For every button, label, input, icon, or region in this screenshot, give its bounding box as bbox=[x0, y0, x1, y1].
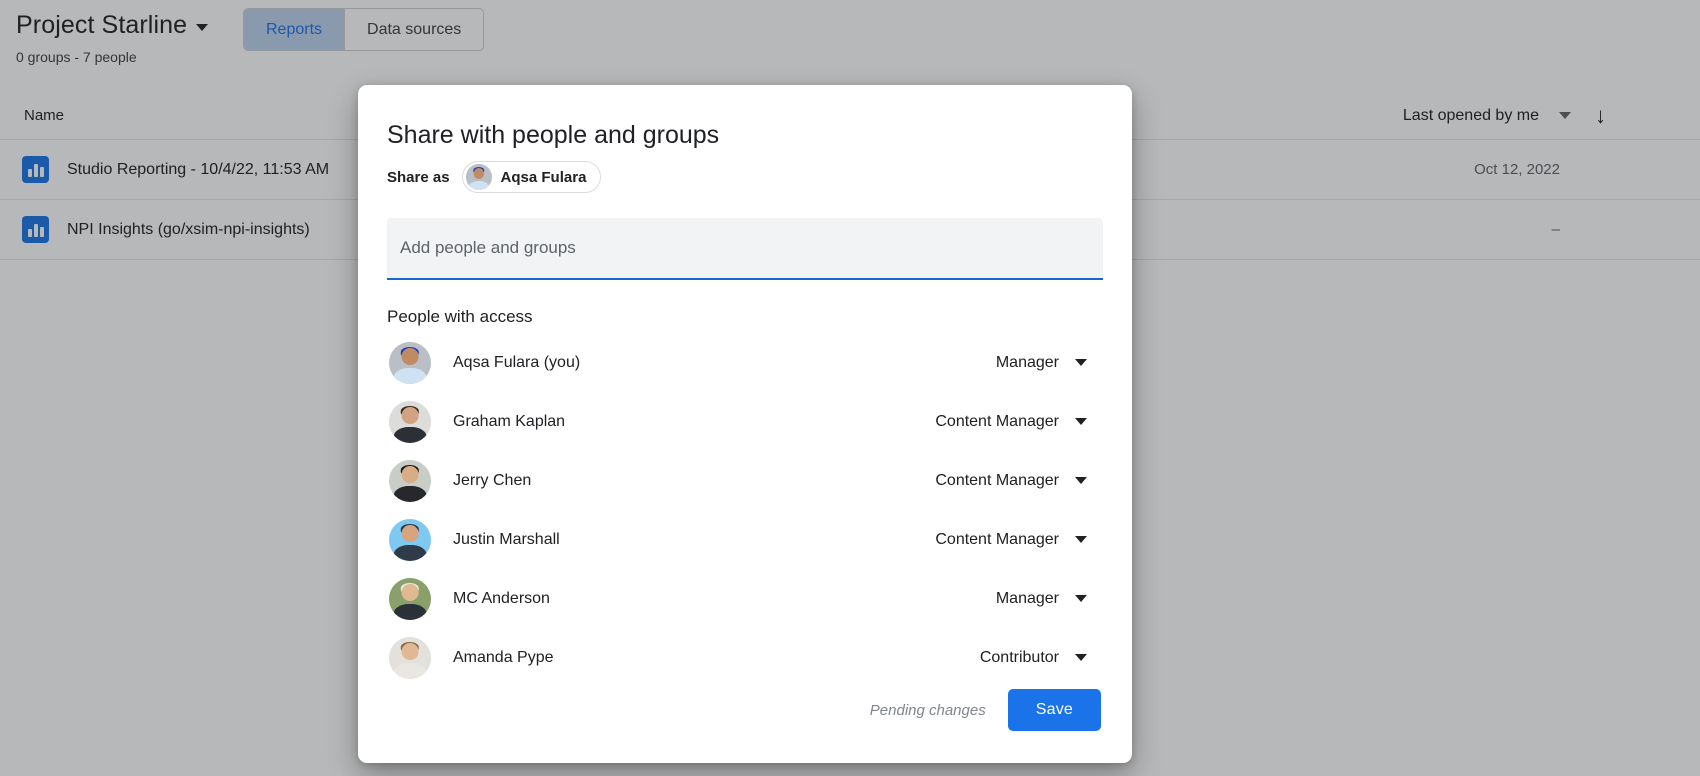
person-name: Aqsa Fulara (you) bbox=[453, 354, 996, 372]
role-label: Manager bbox=[996, 590, 1059, 608]
avatar bbox=[389, 637, 431, 679]
role-dropdown[interactable]: Manager bbox=[996, 354, 1103, 372]
add-people-input[interactable] bbox=[400, 238, 1090, 258]
role-dropdown[interactable]: Content Manager bbox=[935, 413, 1103, 431]
avatar bbox=[389, 578, 431, 620]
list-item[interactable]: Amanda Pype Contributor bbox=[387, 628, 1103, 681]
role-dropdown[interactable]: Content Manager bbox=[935, 531, 1103, 549]
share-as-label: Share as bbox=[387, 169, 450, 186]
people-with-access-heading: People with access bbox=[387, 307, 1103, 327]
role-label: Content Manager bbox=[935, 413, 1059, 431]
list-item[interactable]: Aqsa Fulara (you) Manager bbox=[387, 333, 1103, 392]
chevron-down-icon[interactable] bbox=[1075, 536, 1087, 543]
role-label: Contributor bbox=[980, 649, 1059, 667]
avatar bbox=[389, 342, 431, 384]
person-name: Jerry Chen bbox=[453, 472, 935, 490]
person-name: Graham Kaplan bbox=[453, 413, 935, 431]
role-label: Content Manager bbox=[935, 472, 1059, 490]
chevron-down-icon[interactable] bbox=[1075, 654, 1087, 661]
chevron-down-icon[interactable] bbox=[1075, 595, 1087, 602]
pending-changes-status: Pending changes bbox=[870, 702, 986, 719]
avatar bbox=[466, 164, 492, 190]
list-item[interactable]: Jerry Chen Content Manager bbox=[387, 451, 1103, 510]
list-item[interactable]: Graham Kaplan Content Manager bbox=[387, 392, 1103, 451]
chevron-down-icon[interactable] bbox=[1075, 418, 1087, 425]
role-dropdown[interactable]: Contributor bbox=[980, 649, 1103, 667]
dialog-title: Share with people and groups bbox=[387, 119, 1103, 151]
person-name: Justin Marshall bbox=[453, 531, 935, 549]
role-label: Content Manager bbox=[935, 531, 1059, 549]
person-name: MC Anderson bbox=[453, 590, 996, 608]
role-dropdown[interactable]: Content Manager bbox=[935, 472, 1103, 490]
share-as-chip[interactable]: Aqsa Fulara bbox=[462, 161, 602, 193]
avatar bbox=[389, 401, 431, 443]
list-item[interactable]: Justin Marshall Content Manager bbox=[387, 510, 1103, 569]
share-dialog: Share with people and groups Share as Aq… bbox=[358, 85, 1132, 763]
avatar bbox=[389, 460, 431, 502]
chevron-down-icon[interactable] bbox=[1075, 359, 1087, 366]
dialog-footer: Pending changes Save bbox=[387, 689, 1103, 763]
role-label: Manager bbox=[996, 354, 1059, 372]
people-with-access-list: Aqsa Fulara (you) Manager Graham Kaplan … bbox=[387, 333, 1103, 681]
chevron-down-icon[interactable] bbox=[1075, 477, 1087, 484]
role-dropdown[interactable]: Manager bbox=[996, 590, 1103, 608]
add-people-field[interactable] bbox=[387, 218, 1103, 280]
person-name: Amanda Pype bbox=[453, 649, 980, 667]
share-as-row: Share as Aqsa Fulara bbox=[387, 161, 1103, 193]
list-item[interactable]: MC Anderson Manager bbox=[387, 569, 1103, 628]
save-button[interactable]: Save bbox=[1008, 689, 1101, 731]
share-as-name: Aqsa Fulara bbox=[501, 169, 587, 186]
avatar bbox=[389, 519, 431, 561]
